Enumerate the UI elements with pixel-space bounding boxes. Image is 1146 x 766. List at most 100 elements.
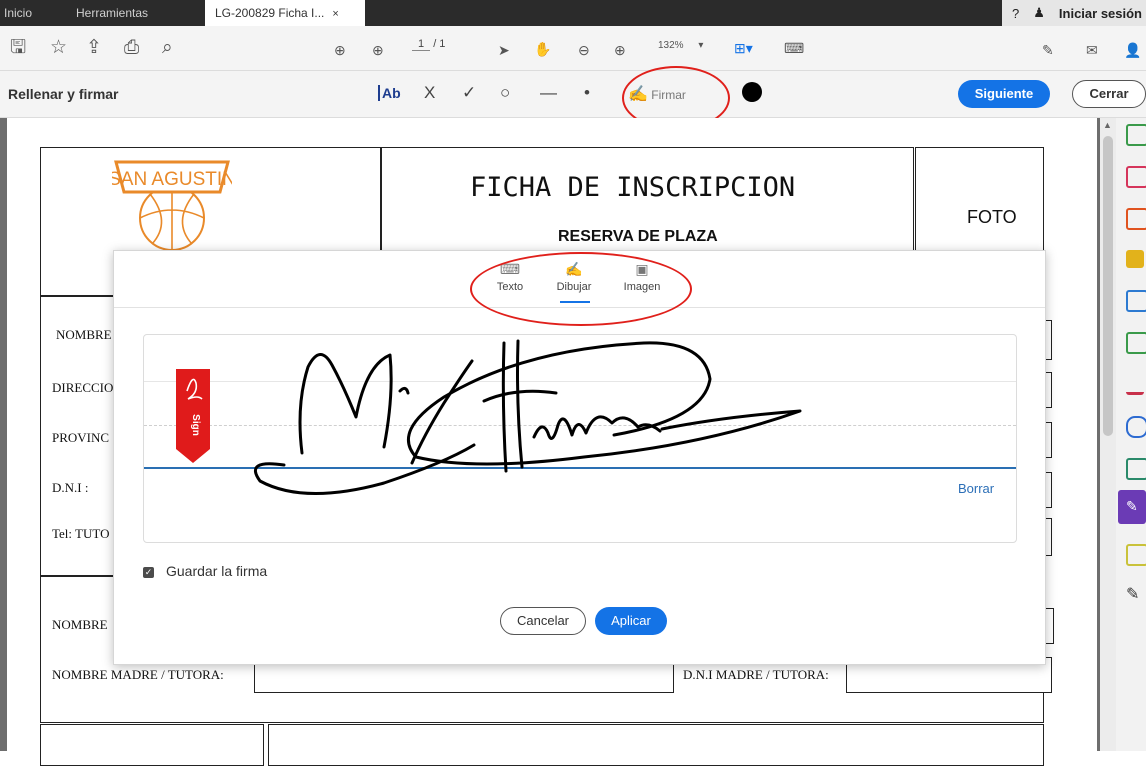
footer-cell-left (40, 724, 264, 766)
label-provincia: PROVINC (52, 430, 110, 445)
siguiente-button[interactable]: Siguiente (958, 80, 1050, 108)
signature-dialog: ⌨ Texto ✍ Dibujar ▣ Imagen Sign Borrar ✓… (113, 250, 1046, 665)
label-nombre: NOMBRE (56, 327, 112, 342)
label-direccion: DIRECCIO (52, 380, 114, 395)
tab-texto[interactable]: ⌨ Texto (480, 261, 540, 293)
tab-inicio[interactable]: Inicio (0, 0, 42, 26)
signature-canvas[interactable]: Sign Borrar (143, 334, 1017, 543)
cross-mark-icon[interactable]: X (424, 83, 435, 103)
close-icon[interactable]: × (332, 8, 338, 20)
circle-icon[interactable]: ○ (500, 83, 510, 103)
protect-icon[interactable] (1126, 416, 1146, 438)
tab-dibujar[interactable]: ✍ Dibujar (544, 261, 604, 303)
comment-icon[interactable] (1126, 250, 1144, 268)
dot-icon[interactable]: • (584, 83, 590, 103)
check-mark-icon[interactable]: ✓ (462, 83, 476, 103)
label-tel: Tel: TUTO (52, 526, 110, 541)
form-title: FICHA DE INSCRIPCION (470, 172, 796, 203)
line-icon[interactable]: — (540, 83, 557, 103)
document-scrollbar[interactable]: ▲ (1100, 118, 1116, 751)
main-toolbar: 🖫 ☆ ⇪ ⎙ ⌕ ⊕ ⊕ 1 / 1 ➤ ✋ ⊖ ⊕ 132% ▾ ⊞▾ ⌨ … (0, 26, 1146, 71)
notification-icon[interactable]: ♟ (1033, 5, 1045, 21)
save-signature-row[interactable]: ✓ Guardar la firma (143, 563, 267, 579)
user-share-icon[interactable]: 👤 (1124, 38, 1141, 62)
label-dni-madre: D.N.I MADRE / TUTORA: (683, 667, 829, 682)
page-input[interactable]: 1 (412, 38, 431, 51)
signature-tool-icon-selected[interactable]: ✎ (1118, 490, 1146, 524)
upload-icon[interactable]: ⇪ (86, 36, 102, 60)
tab-herramientas[interactable]: Herramientas (66, 0, 158, 26)
page-down-icon[interactable]: ⊕ (372, 38, 384, 62)
scroll-thumb[interactable] (1103, 136, 1113, 436)
club-logo: SAN AGUSTIN (112, 160, 232, 250)
combine-files-icon[interactable] (1126, 290, 1146, 312)
cerrar-button[interactable]: Cerrar (1072, 80, 1146, 108)
tab-texto-label: Texto (496, 281, 524, 293)
page-indicator: 1 / 1 (412, 38, 445, 51)
label-dni: D.N.I : (52, 480, 89, 495)
add-text-tool[interactable]: Ab (378, 85, 401, 101)
image-icon: ▣ (635, 261, 649, 277)
zoom-value: 132% (658, 40, 684, 51)
fill-sign-title: Rellenar y firmar (8, 86, 119, 102)
signin-link[interactable]: Iniciar sesión (1059, 6, 1142, 21)
save-signature-label: Guardar la firma (166, 563, 268, 579)
keyboard-icon: ⌨ (499, 261, 521, 277)
color-picker[interactable] (742, 82, 762, 102)
borrar-link[interactable]: Borrar (958, 481, 994, 496)
cancel-button[interactable]: Cancelar (500, 607, 586, 635)
zoom-in-icon[interactable]: ⊕ (614, 38, 626, 62)
label-nombre-padre: NOMBRE (52, 617, 108, 632)
apply-button[interactable]: Aplicar (595, 607, 667, 635)
pen-sign-icon: ✍ (628, 86, 648, 103)
footer-cell-right (268, 724, 1044, 766)
pointer-icon[interactable]: ➤ (498, 38, 510, 62)
active-tab-underline (560, 301, 590, 303)
fill-sign-toolbar: Rellenar y firmar Ab X ✓ ○ — • ✍ Firmar … (0, 71, 1146, 118)
scroll-mode-icon[interactable]: ⌨ (784, 36, 804, 60)
chevron-down-icon: ▾ (698, 40, 704, 51)
logo-text: SAN AGUSTIN (112, 169, 232, 190)
organize-pages-icon[interactable] (1126, 166, 1146, 188)
right-tools-panel: ✎ ✎ (1116, 118, 1146, 751)
scroll-up-icon[interactable]: ▲ (1103, 120, 1112, 130)
tab-bar: Inicio Herramientas LG-200829 Ficha I...… (0, 0, 1146, 26)
tabs-divider (114, 307, 1045, 308)
export-pdf-icon[interactable] (1126, 124, 1146, 146)
fill-sign-icon[interactable] (1126, 374, 1144, 395)
hand-icon[interactable]: ✋ (534, 37, 551, 61)
tab-imagen[interactable]: ▣ Imagen (612, 261, 672, 293)
sign-tool-icon[interactable]: ✎ (1042, 38, 1054, 62)
create-pdf-icon[interactable] (1126, 208, 1146, 230)
help-icon[interactable]: ? (1012, 6, 1019, 21)
form-subtitle: RESERVA DE PLAZA (558, 228, 718, 245)
account-area: ? ♟ Iniciar sesión (1002, 0, 1146, 26)
mail-icon[interactable]: ✉ (1086, 38, 1098, 62)
firmar-button[interactable]: ✍ Firmar (628, 84, 686, 104)
zoom-select[interactable]: 132% ▾ (658, 40, 703, 51)
fit-page-icon[interactable]: ⊞▾ (734, 36, 753, 60)
firmar-label: Firmar (651, 88, 686, 102)
wrench-icon[interactable]: ✎ (1126, 584, 1144, 603)
text-tool-label: Ab (378, 85, 401, 101)
draw-pen-icon: ✍ (565, 261, 583, 277)
print-icon[interactable]: ⎙ (124, 36, 139, 60)
star-icon[interactable]: ☆ (50, 36, 67, 60)
label-nombre-madre: NOMBRE MADRE / TUTORA: (52, 667, 224, 682)
tab-imagen-label: Imagen (623, 281, 661, 293)
save-icon[interactable]: 🖫 (10, 36, 26, 60)
drawn-signature (254, 339, 802, 495)
tab-herramientas-label: Herramientas (76, 6, 149, 20)
more-tools-icon[interactable] (1126, 544, 1146, 566)
page-total: / 1 (433, 38, 446, 50)
photo-label: FOTO (967, 207, 1017, 227)
save-signature-checkbox[interactable]: ✓ (143, 567, 154, 578)
optimize-icon[interactable] (1126, 458, 1146, 480)
zoom-out-icon[interactable]: ⊖ (578, 38, 590, 62)
tab-document[interactable]: LG-200829 Ficha I... × (205, 0, 365, 26)
tab-dibujar-label: Dibujar (556, 281, 592, 293)
page-up-icon[interactable]: ⊕ (334, 38, 346, 62)
edit-pdf-icon[interactable] (1126, 332, 1146, 354)
tab-document-label: LG-200829 Ficha I... (215, 6, 325, 20)
zoom-search-icon[interactable]: ⌕ (162, 36, 173, 60)
